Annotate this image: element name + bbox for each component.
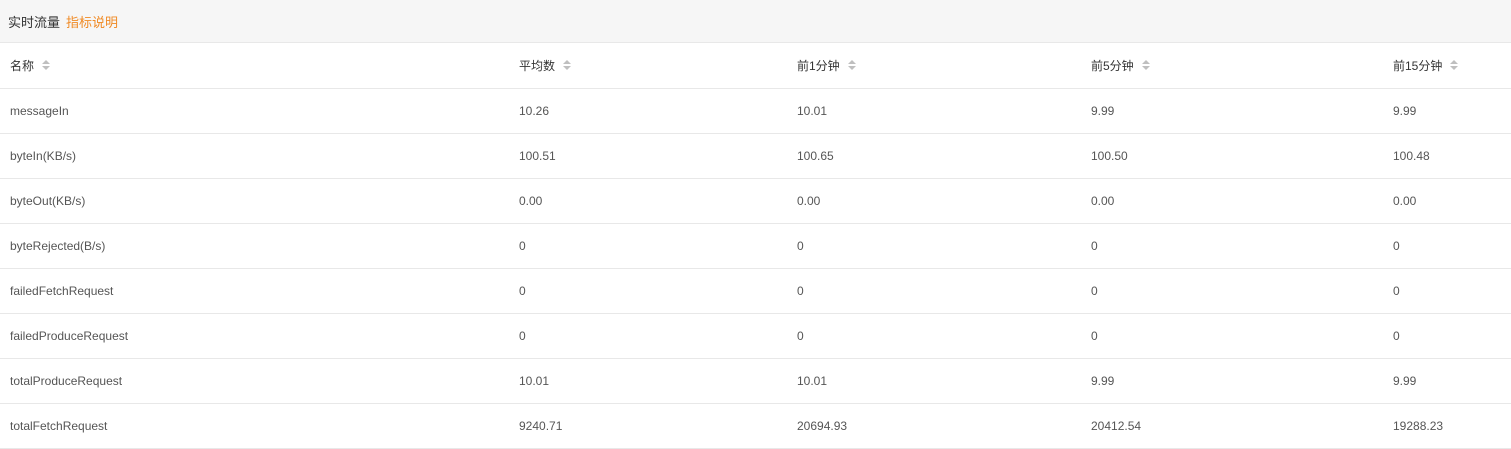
column-header-average[interactable]: 平均数 xyxy=(510,43,788,89)
table-row: byteOut(KB/s) 0.00 0.00 0.00 0.00 xyxy=(0,178,1511,224)
sort-ascending-icon[interactable] xyxy=(847,60,856,65)
5min-cell: 100.50 xyxy=(1082,133,1384,179)
average-cell: 0 xyxy=(510,268,788,314)
column-header-label: 平均数 xyxy=(519,58,556,73)
1min-cell: 0 xyxy=(788,268,1082,314)
column-header-label: 前1分钟 xyxy=(797,58,840,73)
5min-cell: 0.00 xyxy=(1082,178,1384,224)
15min-cell: 9.99 xyxy=(1384,88,1511,134)
average-cell: 10.26 xyxy=(510,88,788,134)
column-header-5min[interactable]: 前5分钟 xyxy=(1082,43,1384,89)
15min-cell: 9.99 xyxy=(1384,358,1511,404)
sort-descending-icon[interactable] xyxy=(563,66,572,71)
column-header-name[interactable]: 名称 xyxy=(0,43,510,89)
column-header-label: 前5分钟 xyxy=(1091,58,1134,73)
sort-icon[interactable] xyxy=(1141,58,1150,72)
15min-cell: 0 xyxy=(1384,268,1511,314)
metric-name-cell: byteRejected(B/s) xyxy=(0,223,510,269)
sort-ascending-icon[interactable] xyxy=(1141,60,1150,65)
sort-icon[interactable] xyxy=(42,58,51,72)
15min-cell: 19288.23 xyxy=(1384,403,1511,449)
metric-name-cell: byteIn(KB/s) xyxy=(0,133,510,179)
table-row: messageIn 10.26 10.01 9.99 9.99 xyxy=(0,88,1511,134)
1min-cell: 0 xyxy=(788,313,1082,359)
card-title: 实时流量 xyxy=(8,14,61,30)
15min-cell: 0.00 xyxy=(1384,178,1511,224)
sort-icon[interactable] xyxy=(847,58,856,72)
average-cell: 0 xyxy=(510,313,788,359)
1min-cell: 10.01 xyxy=(788,88,1082,134)
table-row: byteRejected(B/s) 0 0 0 0 xyxy=(0,223,1511,269)
sort-descending-icon[interactable] xyxy=(42,66,51,71)
table-header-row: 名称 平均数 前1分钟 前5分钟 前15分钟 xyxy=(0,43,1511,89)
1min-cell: 0.00 xyxy=(788,178,1082,224)
sort-ascending-icon[interactable] xyxy=(1450,60,1459,65)
15min-cell: 0 xyxy=(1384,313,1511,359)
average-cell: 9240.71 xyxy=(510,403,788,449)
metric-name-cell: failedProduceRequest xyxy=(0,313,510,359)
column-header-label: 名称 xyxy=(10,58,35,73)
1min-cell: 0 xyxy=(788,223,1082,269)
average-cell: 0 xyxy=(510,223,788,269)
table-row: failedProduceRequest 0 0 0 0 xyxy=(0,313,1511,359)
1min-cell: 20694.93 xyxy=(788,403,1082,449)
5min-cell: 9.99 xyxy=(1082,88,1384,134)
metric-name-cell: totalFetchRequest xyxy=(0,403,510,449)
column-header-1min[interactable]: 前1分钟 xyxy=(788,43,1082,89)
table-row: totalFetchRequest 9240.71 20694.93 20412… xyxy=(0,403,1511,449)
average-cell: 10.01 xyxy=(510,358,788,404)
realtime-traffic-table: 名称 平均数 前1分钟 前5分钟 前15分钟 messageIn 10.26 1… xyxy=(0,43,1511,449)
5min-cell: 9.99 xyxy=(1082,358,1384,404)
table-row: failedFetchRequest 0 0 0 0 xyxy=(0,268,1511,314)
5min-cell: 20412.54 xyxy=(1082,403,1384,449)
15min-cell: 0 xyxy=(1384,223,1511,269)
sort-descending-icon[interactable] xyxy=(1141,66,1150,71)
table-row: byteIn(KB/s) 100.51 100.65 100.50 100.48 xyxy=(0,133,1511,179)
sort-icon[interactable] xyxy=(563,58,572,72)
1min-cell: 100.65 xyxy=(788,133,1082,179)
column-header-label: 前15分钟 xyxy=(1393,58,1443,73)
5min-cell: 0 xyxy=(1082,223,1384,269)
metric-name-cell: failedFetchRequest xyxy=(0,268,510,314)
sort-ascending-icon[interactable] xyxy=(42,60,51,65)
1min-cell: 10.01 xyxy=(788,358,1082,404)
metric-name-cell: byteOut(KB/s) xyxy=(0,178,510,224)
column-header-15min[interactable]: 前15分钟 xyxy=(1384,43,1511,89)
5min-cell: 0 xyxy=(1082,268,1384,314)
15min-cell: 100.48 xyxy=(1384,133,1511,179)
sort-descending-icon[interactable] xyxy=(847,66,856,71)
average-cell: 100.51 xyxy=(510,133,788,179)
sort-descending-icon[interactable] xyxy=(1450,66,1459,71)
average-cell: 0.00 xyxy=(510,178,788,224)
metrics-explanation-link[interactable]: 指标说明 xyxy=(66,12,118,31)
card-header: 实时流量 指标说明 xyxy=(0,0,1511,43)
sort-ascending-icon[interactable] xyxy=(563,60,572,65)
5min-cell: 0 xyxy=(1082,313,1384,359)
metric-name-cell: messageIn xyxy=(0,88,510,134)
table-row: totalProduceRequest 10.01 10.01 9.99 9.9… xyxy=(0,358,1511,404)
sort-icon[interactable] xyxy=(1450,58,1459,72)
metric-name-cell: totalProduceRequest xyxy=(0,358,510,404)
